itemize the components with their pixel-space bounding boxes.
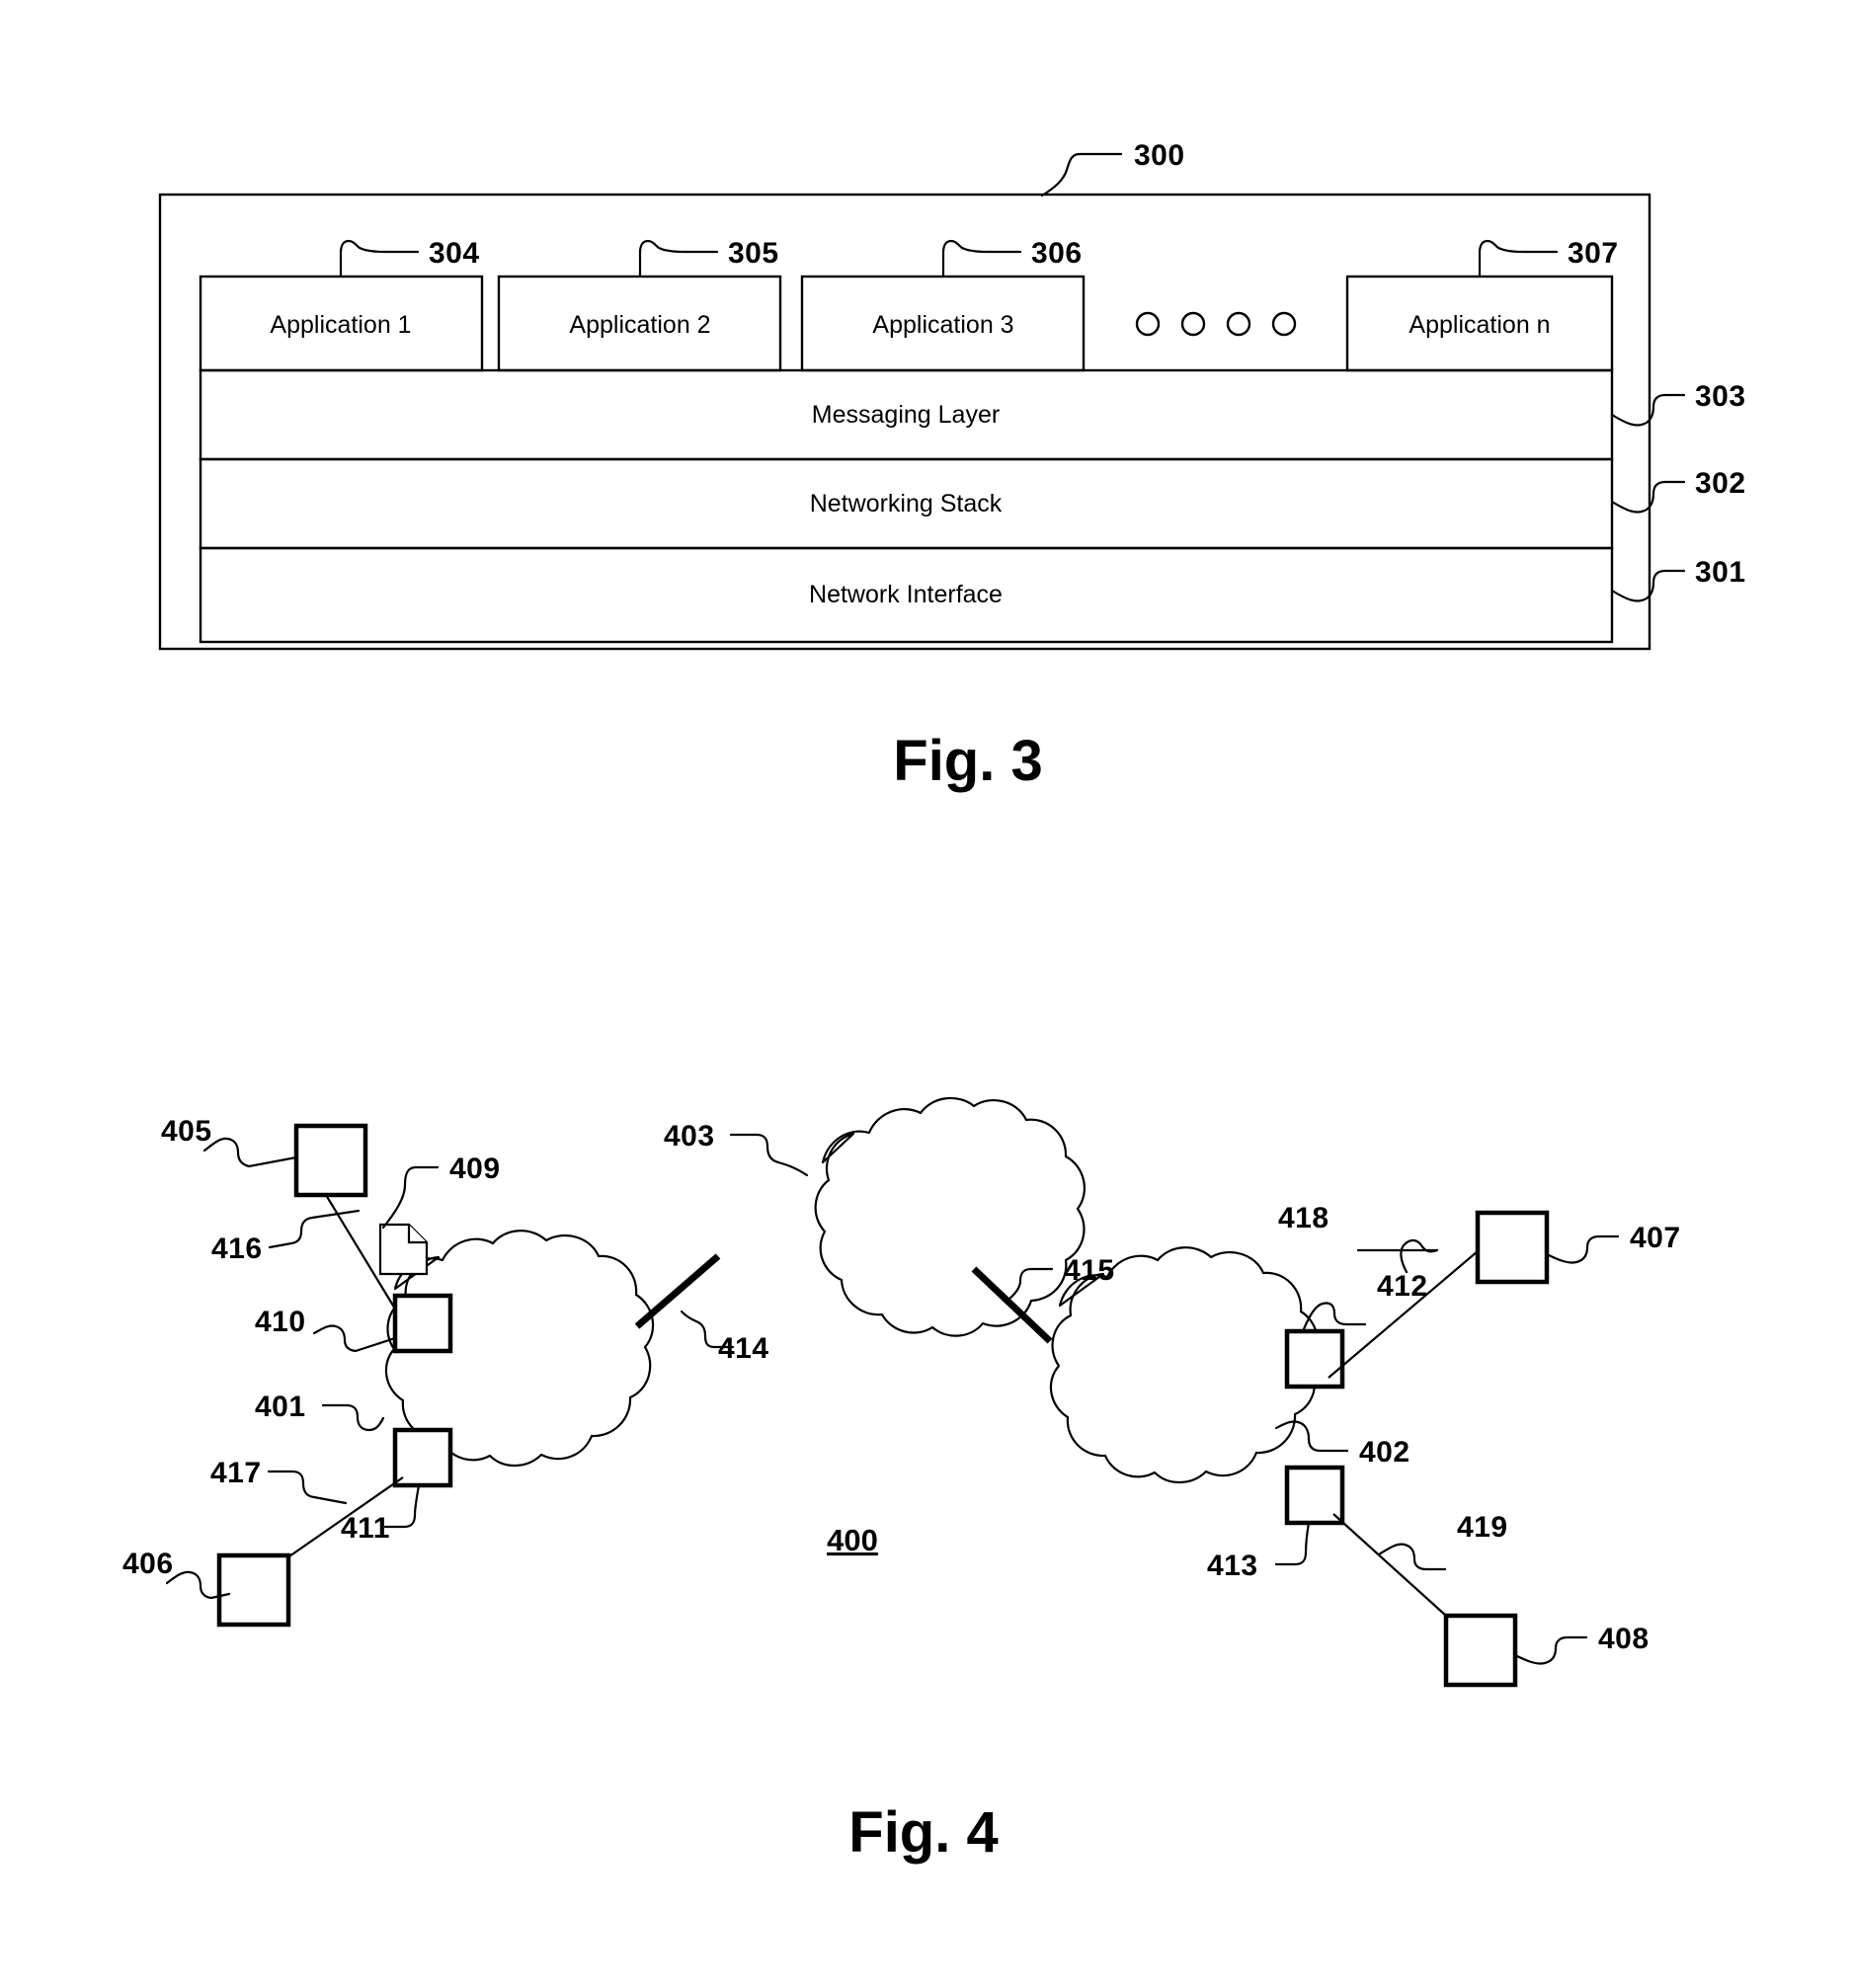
lead-line-409 — [381, 1165, 440, 1230]
lead-line-405 — [202, 1137, 298, 1168]
networking-stack-label: Networking Stack — [810, 490, 1003, 517]
ref-number-403: 403 — [664, 1120, 715, 1153]
ellipsis-dot-2 — [1180, 311, 1206, 337]
lead-line-417 — [267, 1470, 348, 1505]
link-414 — [634, 1253, 721, 1329]
ref-number-413: 413 — [1207, 1550, 1258, 1582]
ref-number-305: 305 — [728, 237, 779, 270]
ellipsis-dot-4 — [1271, 311, 1297, 337]
lead-line-408 — [1513, 1635, 1588, 1665]
lead-line-416 — [268, 1209, 361, 1249]
ref-number-401: 401 — [255, 1391, 306, 1423]
ref-number-416: 416 — [211, 1233, 263, 1265]
application-3-label: Application 3 — [872, 311, 1013, 339]
ref-number-402: 402 — [1359, 1436, 1410, 1469]
gateway-412-node — [1284, 1328, 1345, 1390]
lead-line-413 — [1274, 1521, 1311, 1566]
ref-number-301: 301 — [1695, 556, 1746, 589]
figure-3-caption: Fig. 3 — [893, 729, 1042, 793]
lead-line-307 — [1478, 239, 1559, 278]
lead-line-410 — [312, 1324, 397, 1353]
ref-number-411: 411 — [341, 1512, 390, 1545]
figure-3-drawing: 300 Application 1 304 Application 2 305 … — [122, 139, 1746, 1865]
gateway-410-node — [392, 1293, 453, 1354]
lead-line-305 — [638, 239, 719, 278]
ref-number-418: 418 — [1278, 1202, 1329, 1234]
ref-number-303: 303 — [1695, 380, 1746, 413]
ref-number-406: 406 — [122, 1548, 174, 1580]
endpoint-405-node — [293, 1123, 368, 1198]
application-1-label: Application 1 — [270, 311, 411, 339]
lead-line-300 — [1040, 152, 1123, 198]
lead-line-418 — [1356, 1238, 1439, 1274]
ref-number-307: 307 — [1568, 237, 1619, 270]
ref-number-304: 304 — [429, 237, 480, 270]
application-2-label: Application 2 — [569, 311, 710, 339]
lead-line-302 — [1610, 480, 1686, 514]
lead-line-411 — [383, 1483, 421, 1529]
ref-number-414: 414 — [718, 1332, 769, 1365]
lead-line-306 — [941, 239, 1022, 278]
ref-number-405: 405 — [161, 1115, 212, 1148]
ref-number-412: 412 — [1377, 1270, 1428, 1303]
messaging-layer-label: Messaging Layer — [812, 401, 1000, 429]
lead-line-303 — [1610, 393, 1686, 427]
ellipsis-dot-3 — [1226, 311, 1251, 337]
ellipsis-dot-1 — [1135, 311, 1161, 337]
ref-number-417: 417 — [210, 1457, 262, 1489]
ref-number-300: 300 — [1134, 139, 1185, 172]
lead-line-301 — [1610, 569, 1686, 602]
ref-number-410: 410 — [255, 1306, 306, 1338]
endpoint-408-node — [1443, 1613, 1518, 1688]
ref-number-400: 400 — [827, 1523, 878, 1557]
cloud-403 — [814, 1096, 1086, 1337]
gateway-411-node — [392, 1427, 453, 1488]
patent-figure-page: 300 Application 1 304 Application 2 305 … — [0, 0, 1852, 1988]
network-interface-label: Network Interface — [809, 581, 1003, 608]
lead-line-403 — [729, 1133, 809, 1177]
lead-line-304 — [339, 239, 420, 278]
ref-number-302: 302 — [1695, 467, 1746, 500]
lead-line-401 — [321, 1403, 385, 1432]
ref-number-407: 407 — [1630, 1222, 1681, 1254]
link-419 — [1332, 1513, 1447, 1617]
ref-number-408: 408 — [1598, 1623, 1650, 1655]
lead-line-407 — [1545, 1234, 1620, 1264]
ref-number-419: 419 — [1457, 1511, 1508, 1544]
message-document-icon — [378, 1223, 429, 1276]
figure-4-caption: Fig. 4 — [848, 1800, 998, 1865]
ref-number-306: 306 — [1031, 237, 1083, 270]
lead-line-419 — [1377, 1543, 1447, 1571]
application-n-label: Application n — [1409, 311, 1550, 339]
endpoint-407-node — [1475, 1210, 1550, 1285]
endpoint-406-node — [216, 1552, 291, 1628]
ref-number-409: 409 — [449, 1153, 501, 1185]
ref-number-415: 415 — [1064, 1254, 1115, 1287]
